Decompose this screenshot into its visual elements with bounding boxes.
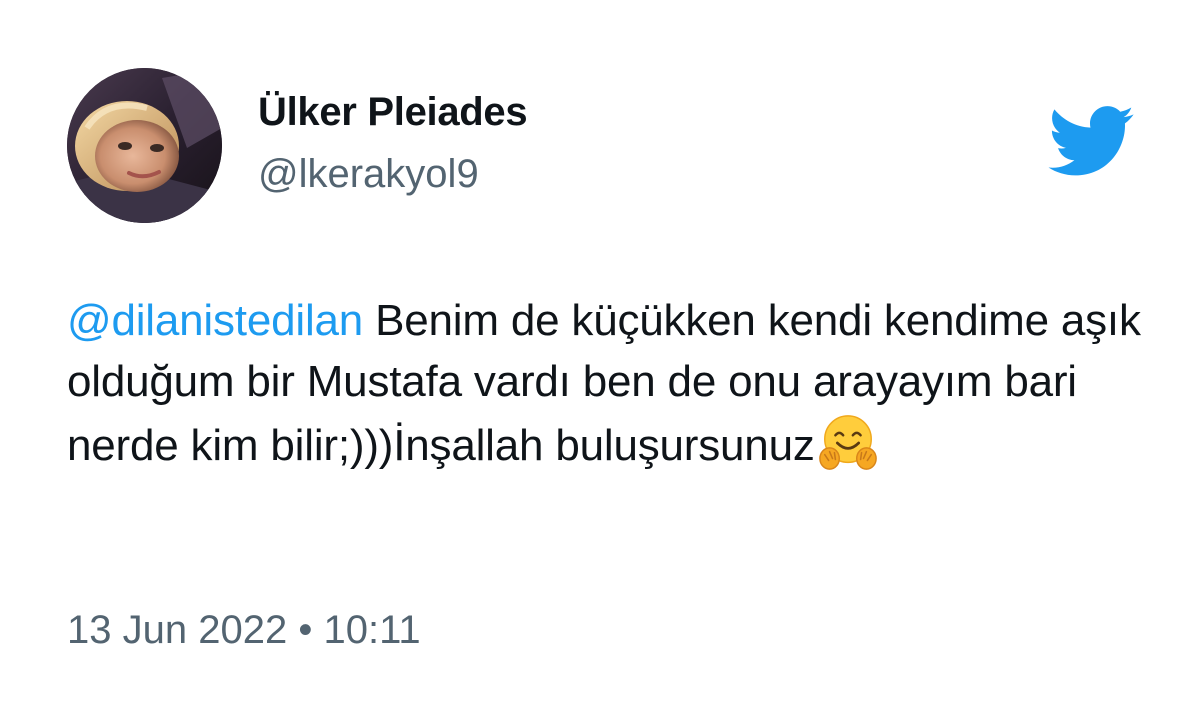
display-name[interactable]: Ülker Pleiades [258,90,528,135]
tweet-text: @dilanistedilan Benim de küçükken kendi … [67,290,1147,476]
tweet-time: 10:11 [323,608,421,652]
tweet-date: 13 Jun 2022 [67,608,288,652]
mention-link[interactable]: @dilanistedilan [67,296,363,345]
timestamp-separator: • [298,608,313,652]
tweet-timestamp[interactable]: 13 Jun 2022 • 10:11 [67,608,421,653]
tweet-card: Ülker Pleiades @lkerakyol9 @dilanistedil… [0,0,1200,718]
user-handle[interactable]: @lkerakyol9 [258,152,479,197]
avatar-image [67,68,222,223]
avatar[interactable] [67,68,222,223]
twitter-bird-icon[interactable] [1045,105,1135,181]
hugging-face-icon [818,415,877,470]
